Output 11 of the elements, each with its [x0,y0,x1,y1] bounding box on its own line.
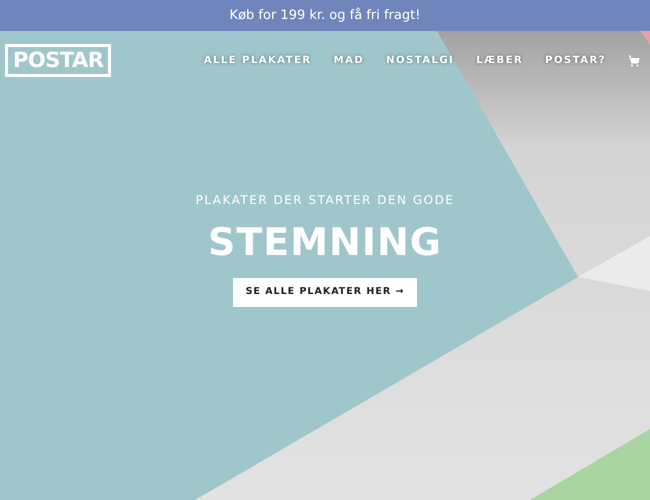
logo[interactable]: POSTAR [5,44,112,77]
nav-link[interactable]: MAD [334,53,364,68]
nav-link[interactable]: ALLE PLAKATER [204,53,312,68]
announcement-bar: Køb for 199 kr. og få fri fragt! [0,0,650,31]
nav-link[interactable]: LÆBER [476,53,524,68]
hero-subtitle: PLAKATER DER STARTER DEN GODE [196,192,454,209]
cta-button[interactable]: SE ALLE PLAKATER HER → [232,278,418,307]
cart-icon[interactable] [628,54,640,66]
nav-link[interactable]: NOSTALGI [386,53,454,68]
hero-title: STEMNING [208,223,442,261]
nav-link[interactable]: POSTAR? [545,53,606,68]
